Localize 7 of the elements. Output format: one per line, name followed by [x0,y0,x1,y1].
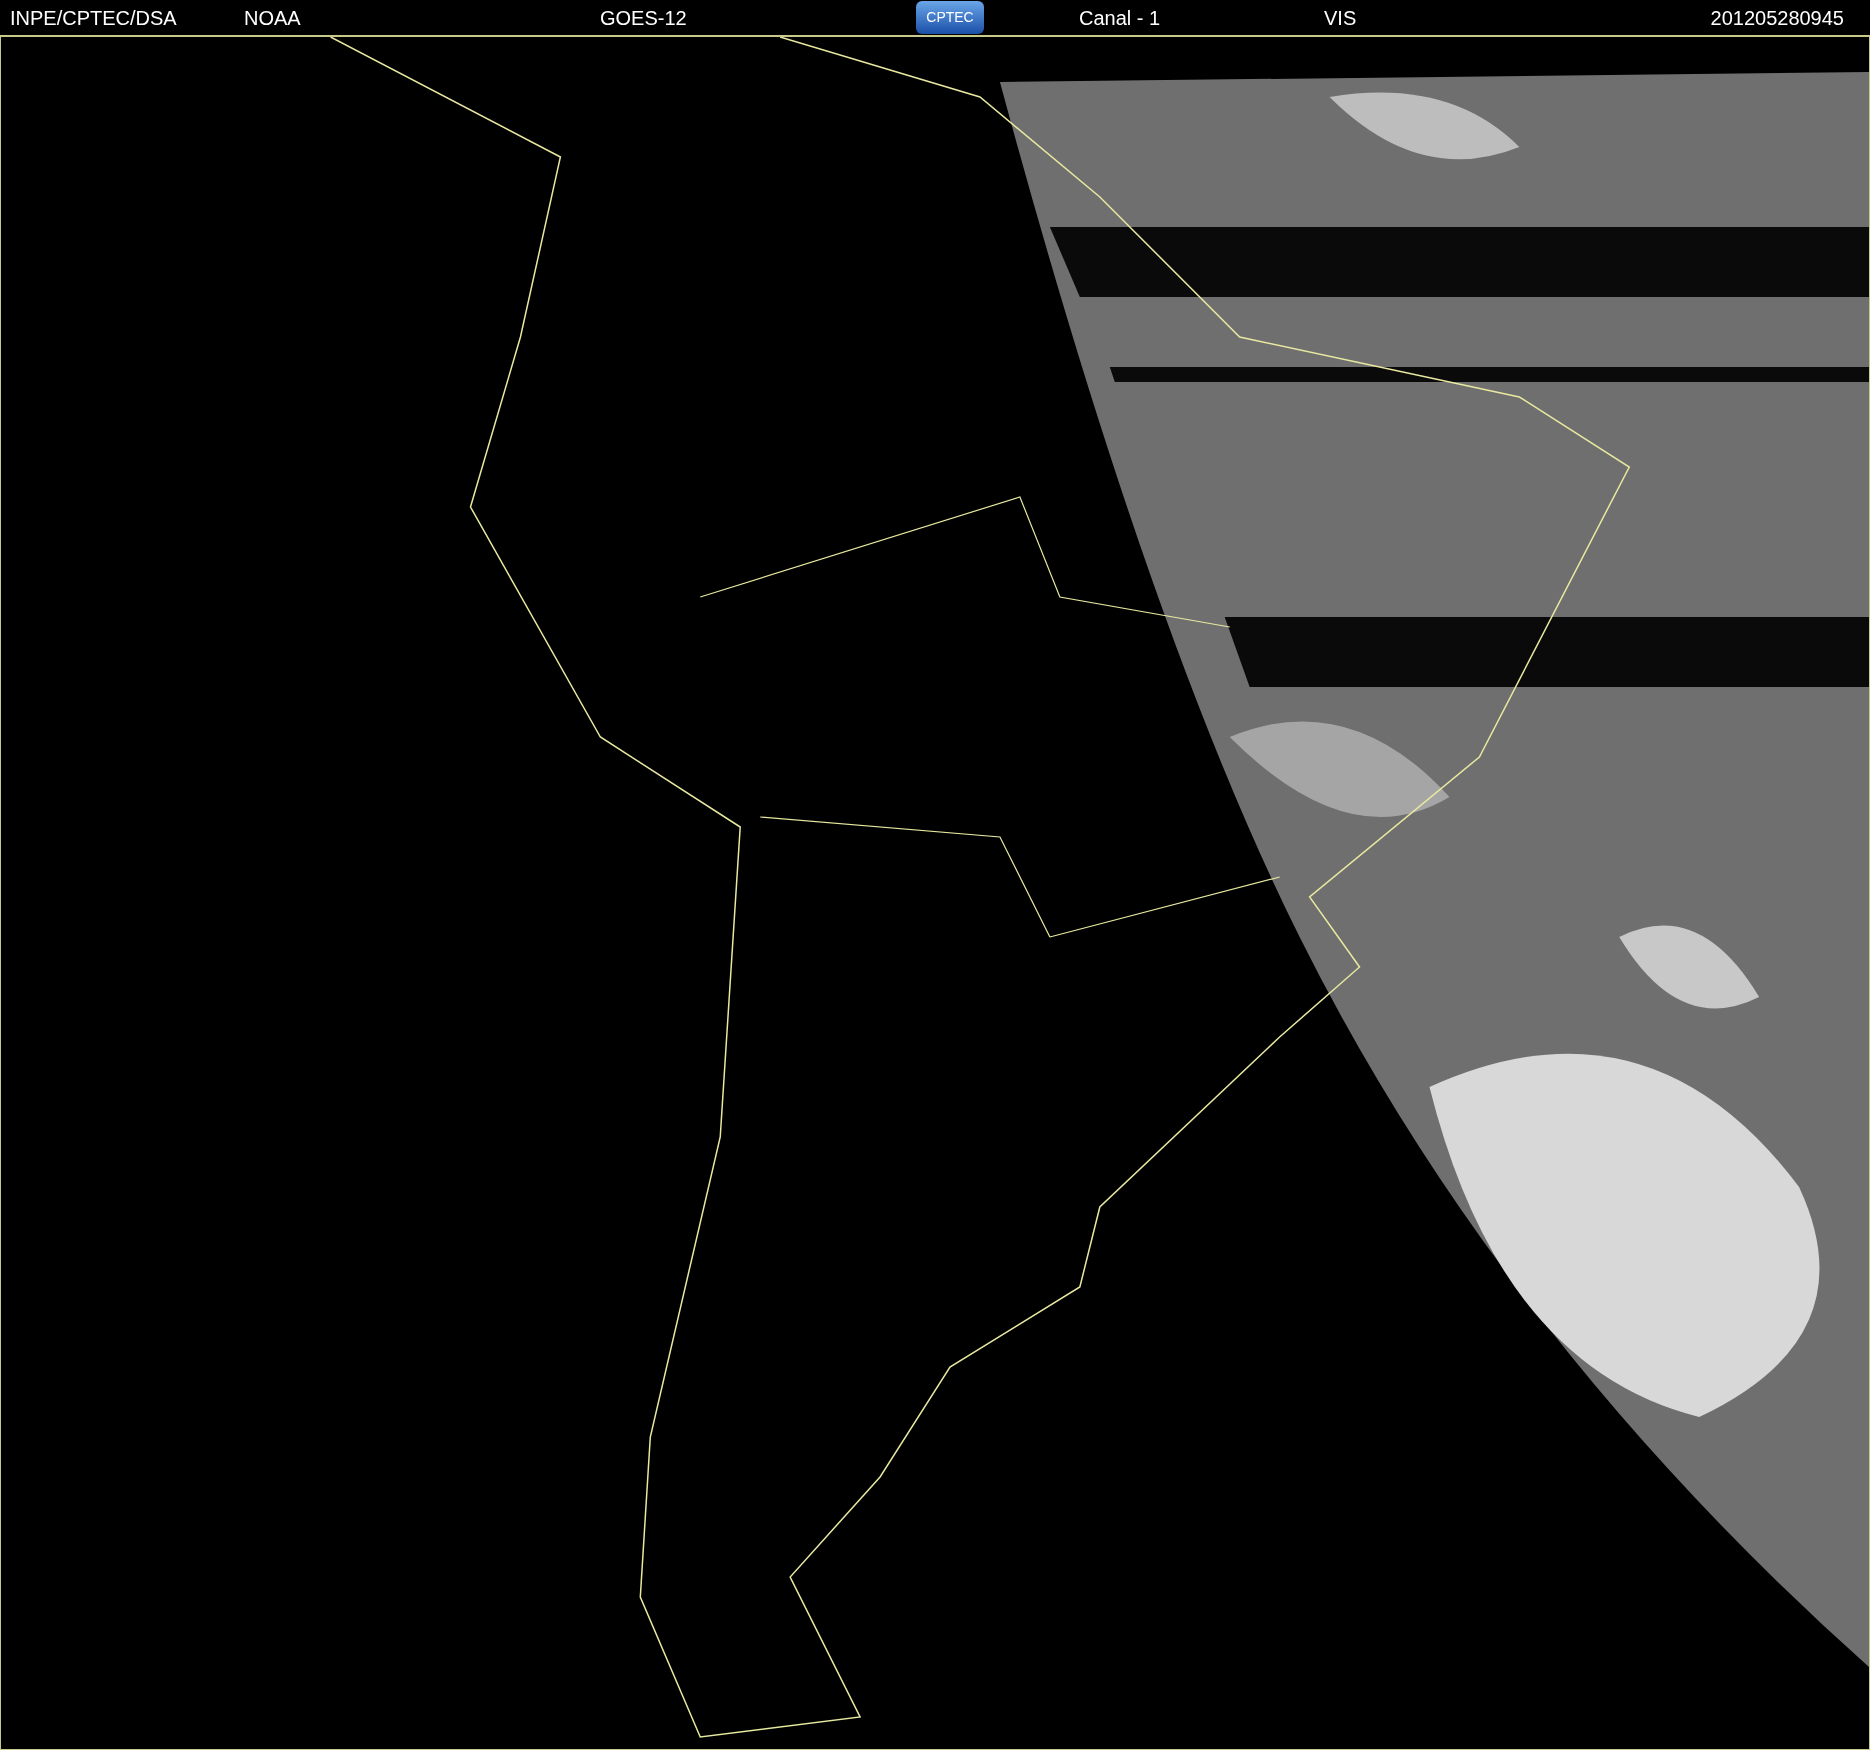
header-text: VIS [1324,6,1357,30]
header-text: NOAA [244,6,301,30]
header-text: 201205280945 [1710,6,1844,30]
header-text: Canal - 1 [1079,6,1161,30]
logo: CPTEC [916,1,984,34]
header-text: GOES-12 [600,6,687,30]
header-text: INPE/CPTEC/DSA [10,6,177,30]
